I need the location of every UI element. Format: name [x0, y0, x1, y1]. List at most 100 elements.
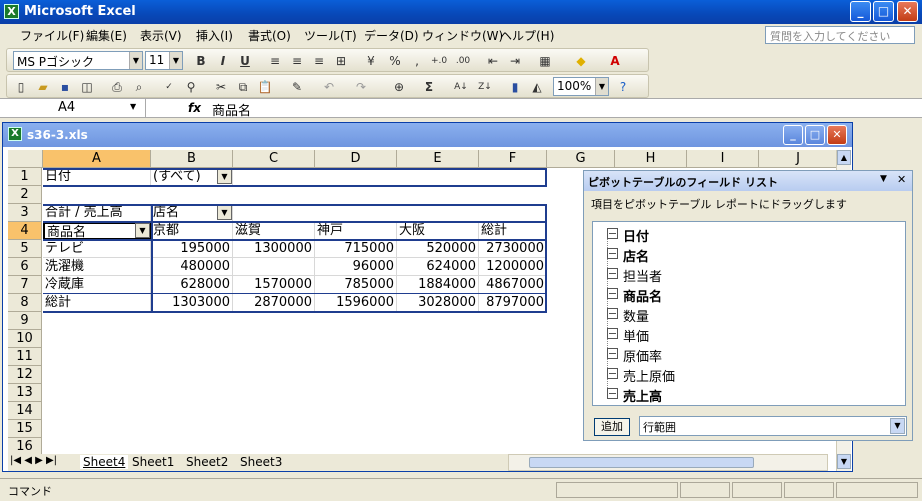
undo-icon[interactable]: ↶ [321, 79, 337, 95]
cell-a5[interactable]: テレビ [43, 240, 151, 258]
maximize-button[interactable]: □ [873, 1, 894, 22]
cell-d8[interactable]: 1596000 [315, 294, 397, 312]
pivot-field-item[interactable]: 日付 [607, 226, 649, 245]
cell-a1[interactable]: 日付 [43, 168, 151, 186]
cell-e6[interactable]: 624000 [397, 258, 479, 276]
menu-format[interactable]: 書式(O) [248, 27, 291, 44]
menu-window[interactable]: ウィンドウ(W) [422, 27, 503, 44]
drawing-icon[interactable]: ◭ [529, 79, 545, 95]
align-left-icon[interactable]: ≡ [267, 53, 283, 69]
pivot-field-item[interactable]: 数量 [607, 306, 649, 325]
scroll-thumb[interactable] [529, 457, 754, 468]
cell-e5[interactable]: 520000 [397, 240, 479, 258]
bold-icon[interactable]: B [193, 53, 209, 69]
pivot-field-item[interactable]: 店名 [607, 246, 649, 265]
cell-e4[interactable]: 大阪 [397, 222, 479, 240]
row-header-2[interactable]: 2 [8, 186, 42, 204]
menu-help[interactable]: ヘルプ(H) [500, 27, 554, 44]
pivot-field-item[interactable]: 商品名 [607, 286, 662, 305]
row-header-9[interactable]: 9 [8, 312, 42, 330]
font-name-combo[interactable]: MS Pゴシック ▼ [13, 51, 143, 70]
cell-e7[interactable]: 1884000 [397, 276, 479, 294]
cell-c8[interactable]: 2870000 [233, 294, 315, 312]
sheet-tab-sheet2[interactable]: Sheet2 [186, 455, 228, 469]
cell-a3[interactable]: 合計 / 売上高 [43, 204, 151, 222]
cell-a8[interactable]: 総計 [43, 294, 151, 312]
area-select[interactable]: 行範囲 ▼ [639, 416, 907, 436]
horizontal-scrollbar[interactable] [508, 454, 828, 471]
cell-d5[interactable]: 715000 [315, 240, 397, 258]
cell-f5[interactable]: 2730000 [479, 240, 547, 258]
chevron-down-icon[interactable]: ▼ [595, 78, 608, 95]
first-sheet-icon[interactable]: |◀ ◀ ▶ ▶| [10, 455, 57, 466]
menu-view[interactable]: 表示(V) [140, 27, 182, 44]
open-icon[interactable]: ▰ [35, 79, 51, 95]
permission-icon[interactable]: ◫ [79, 79, 95, 95]
row-header-12[interactable]: 12 [8, 366, 42, 384]
menu-edit[interactable]: 編集(E) [86, 27, 127, 44]
merge-center-icon[interactable]: ⊞ [333, 53, 349, 69]
sort-ascending-icon[interactable]: A↓ [453, 79, 469, 95]
comma-icon[interactable]: , [409, 53, 425, 69]
select-all-corner[interactable] [8, 150, 43, 168]
row-header-16[interactable]: 16 [8, 438, 42, 454]
decrease-decimal-icon[interactable]: .00 [455, 53, 471, 69]
zoom-combo[interactable]: 100% ▼ [553, 77, 609, 96]
workbook-close-button[interactable]: ✕ [827, 125, 847, 145]
sheet-tab-sheet3[interactable]: Sheet3 [240, 455, 282, 469]
column-header-e[interactable]: E [397, 150, 479, 168]
minimize-button[interactable]: _ [850, 1, 871, 22]
cell-f8[interactable]: 8797000 [479, 294, 547, 312]
pivot-field-item[interactable]: 担当者 [607, 266, 662, 285]
menu-tools[interactable]: ツール(T) [304, 27, 357, 44]
row-header-15[interactable]: 15 [8, 420, 42, 438]
page-field-dropdown-icon[interactable]: ▼ [217, 169, 232, 184]
menu-insert[interactable]: 挿入(I) [196, 27, 233, 44]
panel-close-icon[interactable]: ✕ [897, 173, 906, 186]
sheet-tab-sheet1[interactable]: Sheet1 [132, 455, 174, 469]
format-painter-icon[interactable]: ✎ [289, 79, 305, 95]
row-header-11[interactable]: 11 [8, 348, 42, 366]
cell-d7[interactable]: 785000 [315, 276, 397, 294]
column-field-dropdown-icon[interactable]: ▼ [217, 205, 232, 220]
panel-menu-icon[interactable]: ▼ [880, 174, 887, 184]
add-to-button[interactable]: 追加 [594, 418, 630, 436]
help-icon[interactable]: ? [615, 79, 631, 95]
pivot-field-item[interactable]: 売上原価 [607, 366, 675, 385]
sheet-tab-sheet4[interactable]: Sheet4 [80, 455, 129, 469]
name-box[interactable]: A4 ▼ [0, 99, 146, 117]
cell-d6[interactable]: 96000 [315, 258, 397, 276]
cell-d4[interactable]: 神戸 [315, 222, 397, 240]
cell-c5[interactable]: 1300000 [233, 240, 315, 258]
chevron-down-icon[interactable]: ▼ [169, 52, 182, 69]
scroll-down-icon[interactable]: ▼ [837, 454, 851, 469]
cell-b8[interactable]: 1303000 [151, 294, 233, 312]
row-header-8[interactable]: 8 [8, 294, 42, 312]
print-icon[interactable]: ⎙ [109, 79, 125, 95]
row-header-4[interactable]: 4 [8, 222, 42, 240]
paste-icon[interactable]: 📋 [257, 79, 273, 95]
row-header-13[interactable]: 13 [8, 384, 42, 402]
row-header-3[interactable]: 3 [8, 204, 42, 222]
cell-f4[interactable]: 総計 [479, 222, 547, 240]
align-right-icon[interactable]: ≡ [311, 53, 327, 69]
research-icon[interactable]: ⚲ [183, 79, 199, 95]
font-size-combo[interactable]: 11 ▼ [145, 51, 183, 70]
spelling-icon[interactable]: ✓ [161, 79, 177, 95]
pivot-field-item[interactable]: 原価率 [607, 346, 662, 365]
cell-c4[interactable]: 滋賀 [233, 222, 315, 240]
row-header-10[interactable]: 10 [8, 330, 42, 348]
cell-b6[interactable]: 480000 [151, 258, 233, 276]
column-header-f[interactable]: F [479, 150, 547, 168]
increase-decimal-icon[interactable]: +.0 [431, 53, 447, 69]
cell-b7[interactable]: 628000 [151, 276, 233, 294]
workbook-minimize-button[interactable]: _ [783, 125, 803, 145]
formula-input[interactable]: 商品名 [212, 100, 251, 119]
menu-data[interactable]: データ(D) [364, 27, 419, 44]
cell-c7[interactable]: 1570000 [233, 276, 315, 294]
chart-wizard-icon[interactable]: ▮ [507, 79, 523, 95]
new-icon[interactable]: ▯ [13, 79, 29, 95]
copy-icon[interactable]: ⧉ [235, 79, 251, 95]
percent-icon[interactable]: % [387, 53, 403, 69]
workbook-restore-button[interactable]: □ [805, 125, 825, 145]
